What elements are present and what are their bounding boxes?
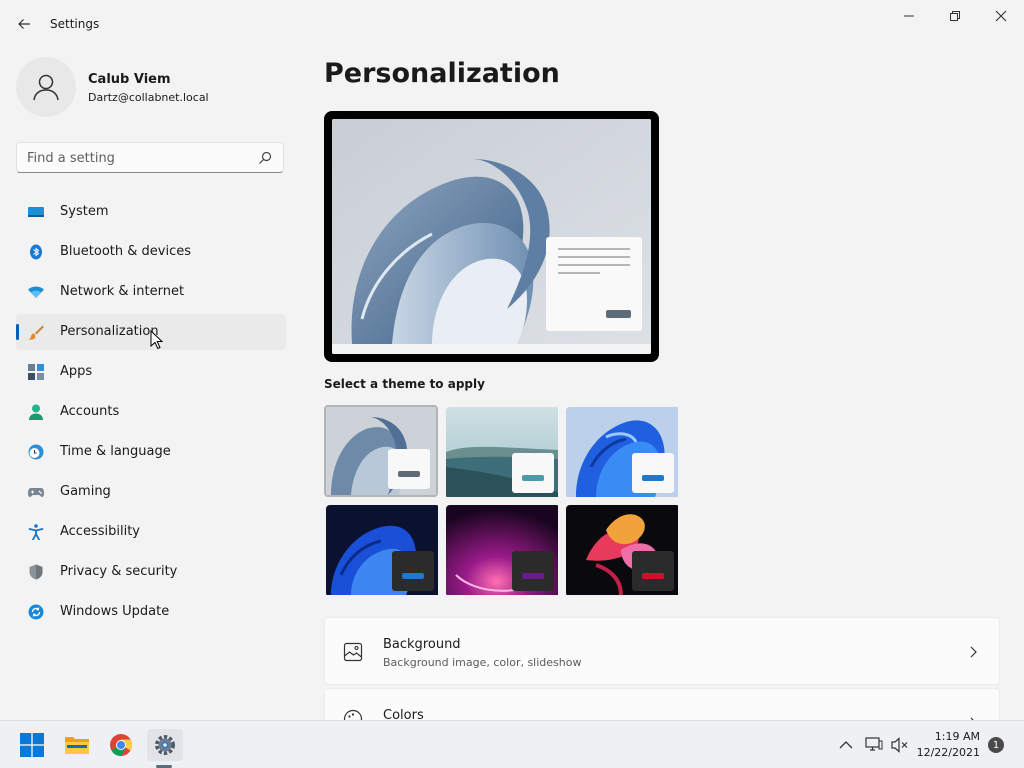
sidebar-item-time-language[interactable]: Time & language: [16, 434, 286, 470]
restore-icon: [950, 11, 960, 21]
sidebar-item-label: Accessibility: [60, 524, 140, 539]
sidebar-item-system[interactable]: System: [16, 194, 286, 230]
bluetooth-icon: [28, 244, 44, 260]
sidebar-item-gaming[interactable]: Gaming: [16, 474, 286, 510]
preview-window: [546, 237, 642, 331]
theme-tile[interactable]: [566, 505, 680, 597]
avatar[interactable]: [16, 57, 76, 117]
theme-mini-window: [512, 453, 554, 493]
page-title: Personalization: [324, 58, 560, 89]
theme-tile[interactable]: [566, 407, 680, 499]
user-icon: [33, 74, 59, 101]
desktop-preview: [332, 119, 651, 354]
sidebar-item-windows-update[interactable]: Windows Update: [16, 594, 286, 630]
theme-tile[interactable]: [324, 405, 438, 497]
user-name: Calub Viem: [88, 72, 171, 87]
chrome-icon: [110, 734, 132, 756]
card-title: Colors: [383, 708, 424, 720]
colors-setting-card[interactable]: Colors: [324, 688, 1000, 720]
settings-taskbar-button[interactable]: [147, 729, 183, 761]
update-icon: [28, 604, 44, 620]
clock-date[interactable]: 12/22/2021: [917, 746, 980, 759]
search-box[interactable]: [16, 142, 284, 173]
close-button[interactable]: [978, 4, 1024, 28]
chevron-right-icon: [970, 646, 977, 658]
app-title: Settings: [50, 17, 100, 31]
sidebar-item-bluetooth[interactable]: Bluetooth & devices: [16, 234, 286, 270]
mouse-cursor-icon: [150, 330, 164, 350]
user-email: Dartz@collabnet.local: [88, 91, 209, 104]
sidebar-item-accessibility[interactable]: Accessibility: [16, 514, 286, 550]
card-title: Background: [383, 637, 461, 652]
clock-time[interactable]: 1:19 AM: [935, 730, 980, 743]
search-input[interactable]: [27, 149, 247, 167]
user-profile[interactable]: Calub Viem Dartz@collabnet.local: [16, 57, 286, 117]
theme-mini-window: [392, 551, 434, 591]
sidebar-item-label: System: [60, 204, 109, 219]
chrome-button[interactable]: [103, 729, 139, 761]
sidebar-item-accounts[interactable]: Accounts: [16, 394, 286, 430]
theme-preview: [324, 111, 659, 362]
sidebar-item-label: Personalization: [60, 324, 159, 339]
theme-mini-window: [388, 449, 430, 489]
accounts-icon: [28, 404, 44, 420]
network-tray-button[interactable]: [864, 735, 884, 755]
maximize-button[interactable]: [932, 4, 978, 28]
palette-icon: [343, 709, 363, 720]
sidebar-item-apps[interactable]: Apps: [16, 354, 286, 390]
close-icon: [995, 10, 1007, 22]
theme-mini-window: [632, 453, 674, 493]
sidebar-item-label: Network & internet: [60, 284, 185, 299]
sidebar-item-label: Windows Update: [60, 604, 170, 619]
sidebar-item-label: Apps: [60, 364, 93, 379]
card-subtitle: Background image, color, slideshow: [383, 656, 582, 669]
windows-logo-icon: [20, 733, 44, 757]
minimize-icon: [904, 15, 914, 17]
theme-tile[interactable]: [326, 505, 440, 597]
chevron-up-icon: [839, 741, 853, 749]
minimize-button[interactable]: [886, 4, 932, 28]
network-monitor-icon: [865, 737, 883, 751]
start-button[interactable]: [14, 729, 50, 761]
gear-icon: [155, 735, 175, 755]
notification-badge[interactable]: 1: [988, 737, 1004, 753]
theme-mini-window: [512, 551, 554, 591]
sidebar-item-label: Accounts: [60, 404, 120, 419]
image-icon: [343, 642, 363, 662]
taskbar: 1:19 AM 12/22/2021 1: [0, 720, 1024, 768]
theme-mini-window: [632, 551, 674, 591]
apps-icon: [28, 364, 44, 380]
sidebar-nav: System Bluetooth & devices Network & int…: [16, 194, 286, 634]
sidebar-item-privacy[interactable]: Privacy & security: [16, 554, 286, 590]
theme-tile[interactable]: [446, 407, 560, 499]
search-icon[interactable]: [257, 150, 273, 166]
theme-tile[interactable]: [446, 505, 560, 597]
theme-section-heading: Select a theme to apply: [324, 377, 485, 391]
show-hidden-icons-button[interactable]: [836, 735, 856, 755]
sidebar-item-network[interactable]: Network & internet: [16, 274, 286, 310]
shield-icon: [28, 564, 44, 580]
folder-icon: [65, 737, 89, 754]
gamepad-icon: [28, 484, 44, 500]
file-explorer-button[interactable]: [59, 729, 95, 761]
sidebar-item-label: Gaming: [60, 484, 111, 499]
volume-tray-button[interactable]: [890, 735, 910, 755]
sidebar-item-label: Privacy & security: [60, 564, 178, 579]
sidebar-item-label: Bluetooth & devices: [60, 244, 191, 259]
volume-muted-icon: [891, 737, 908, 753]
clock-globe-icon: [28, 444, 44, 460]
background-setting-card[interactable]: Background Background image, color, slid…: [324, 617, 1000, 685]
wifi-icon: [28, 284, 44, 300]
back-button[interactable]: [12, 12, 36, 36]
sidebar-item-label: Time & language: [60, 444, 171, 459]
arrow-left-icon: [18, 19, 30, 29]
brush-icon: [28, 324, 44, 340]
system-icon: [28, 204, 44, 220]
title-bar: Settings: [0, 0, 1024, 48]
accessibility-icon: [28, 524, 44, 540]
